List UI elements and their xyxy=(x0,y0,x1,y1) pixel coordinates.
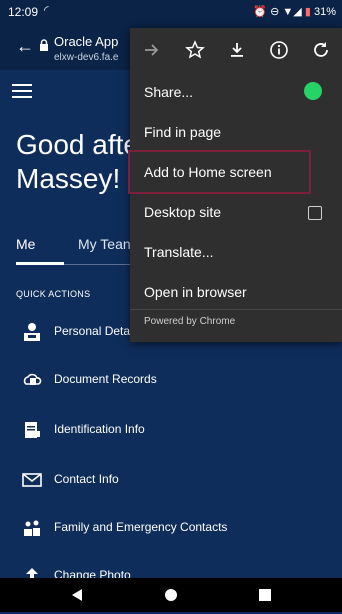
bookmark-star-icon[interactable] xyxy=(185,40,205,60)
quick-action-label: Contact Info xyxy=(54,472,119,486)
whatsapp-icon xyxy=(304,82,322,100)
browser-overflow-menu: Share... Find in page Add to Home screen… xyxy=(128,28,342,342)
menu-item-label: Translate... xyxy=(144,244,214,260)
menu-item-label: Find in page xyxy=(144,124,222,140)
menu-item-find-in-page[interactable]: Find in page xyxy=(144,112,334,152)
download-icon[interactable] xyxy=(227,40,247,60)
tab-underline xyxy=(16,262,64,265)
status-time: 12:09 xyxy=(8,5,39,19)
quick-action-document-records[interactable]: Document Records xyxy=(0,370,342,418)
status-bar: 12:09 ◜ ⏰ ⊖ ▼◢ ▮ 31% xyxy=(0,0,342,24)
hamburger-menu-icon[interactable] xyxy=(12,84,32,100)
desktop-site-checkbox[interactable] xyxy=(308,206,322,220)
dnd-icon: ⊖ xyxy=(270,6,280,18)
quick-action-family-emergency-contacts[interactable]: Family and Emergency Contacts xyxy=(0,518,342,566)
quick-action-label: Identification Info xyxy=(54,422,145,436)
menu-item-label: Open in browser xyxy=(144,284,247,300)
wifi-icon: ◜ xyxy=(44,3,49,17)
quick-action-identification-info[interactable]: Identification Info xyxy=(0,420,342,468)
forward-icon[interactable] xyxy=(142,40,162,60)
tab-me[interactable]: Me xyxy=(16,236,35,252)
menu-item-label: Share... xyxy=(144,84,194,100)
signal-icon: ▼◢ xyxy=(282,6,302,18)
menu-item-share[interactable]: Share... xyxy=(144,72,334,112)
status-icons: ⏰ ⊖ ▼◢ ▮ 31% xyxy=(253,5,336,18)
menu-item-open-in-browser[interactable]: Open in browser xyxy=(144,272,334,312)
quick-action-contact-info[interactable]: Contact Info xyxy=(0,470,342,518)
nav-back-icon[interactable] xyxy=(70,588,84,602)
alarm-icon: ⏰ xyxy=(253,6,268,18)
android-nav-bar xyxy=(0,578,342,612)
menu-icon-row xyxy=(130,28,342,72)
greeting-line-2: Massey! xyxy=(16,163,121,194)
info-icon[interactable] xyxy=(269,40,289,60)
menu-item-desktop-site[interactable]: Desktop site xyxy=(144,192,334,232)
powered-by-chrome: Powered by Chrome xyxy=(144,316,236,327)
lock-icon xyxy=(40,39,48,51)
back-arrow-icon[interactable]: ← xyxy=(16,36,34,57)
tab-my-team[interactable]: My Tean xyxy=(78,236,131,252)
battery-percent: 31% xyxy=(313,6,336,18)
tab-title: Oracle App xyxy=(54,34,119,49)
envelope-icon xyxy=(22,473,42,487)
quick-action-label: Family and Emergency Contacts xyxy=(54,520,228,534)
greeting-line-1: Good afte xyxy=(16,129,139,160)
cloud-doc-icon xyxy=(23,373,42,385)
person-id-icon xyxy=(24,323,40,341)
id-card-icon xyxy=(25,422,40,438)
family-icon xyxy=(24,520,40,536)
menu-divider xyxy=(130,309,342,310)
greeting: Good afte Massey! xyxy=(16,128,139,196)
refresh-icon[interactable] xyxy=(311,40,331,60)
quick-action-label: Personal Detail xyxy=(54,324,136,338)
nav-recents-icon[interactable] xyxy=(258,588,272,602)
quick-actions-heading: QUICK ACTIONS xyxy=(16,289,91,299)
menu-item-label: Add to Home screen xyxy=(144,164,272,180)
menu-item-add-to-home-screen[interactable]: Add to Home screen xyxy=(128,150,311,194)
nav-home-icon[interactable] xyxy=(164,588,178,602)
battery-icon: ▮ xyxy=(304,6,311,18)
quick-action-label: Document Records xyxy=(54,372,157,386)
menu-item-translate[interactable]: Translate... xyxy=(144,232,334,272)
menu-item-label: Desktop site xyxy=(144,204,222,220)
url-host: elxw-dev6.fa.e xyxy=(54,52,119,63)
